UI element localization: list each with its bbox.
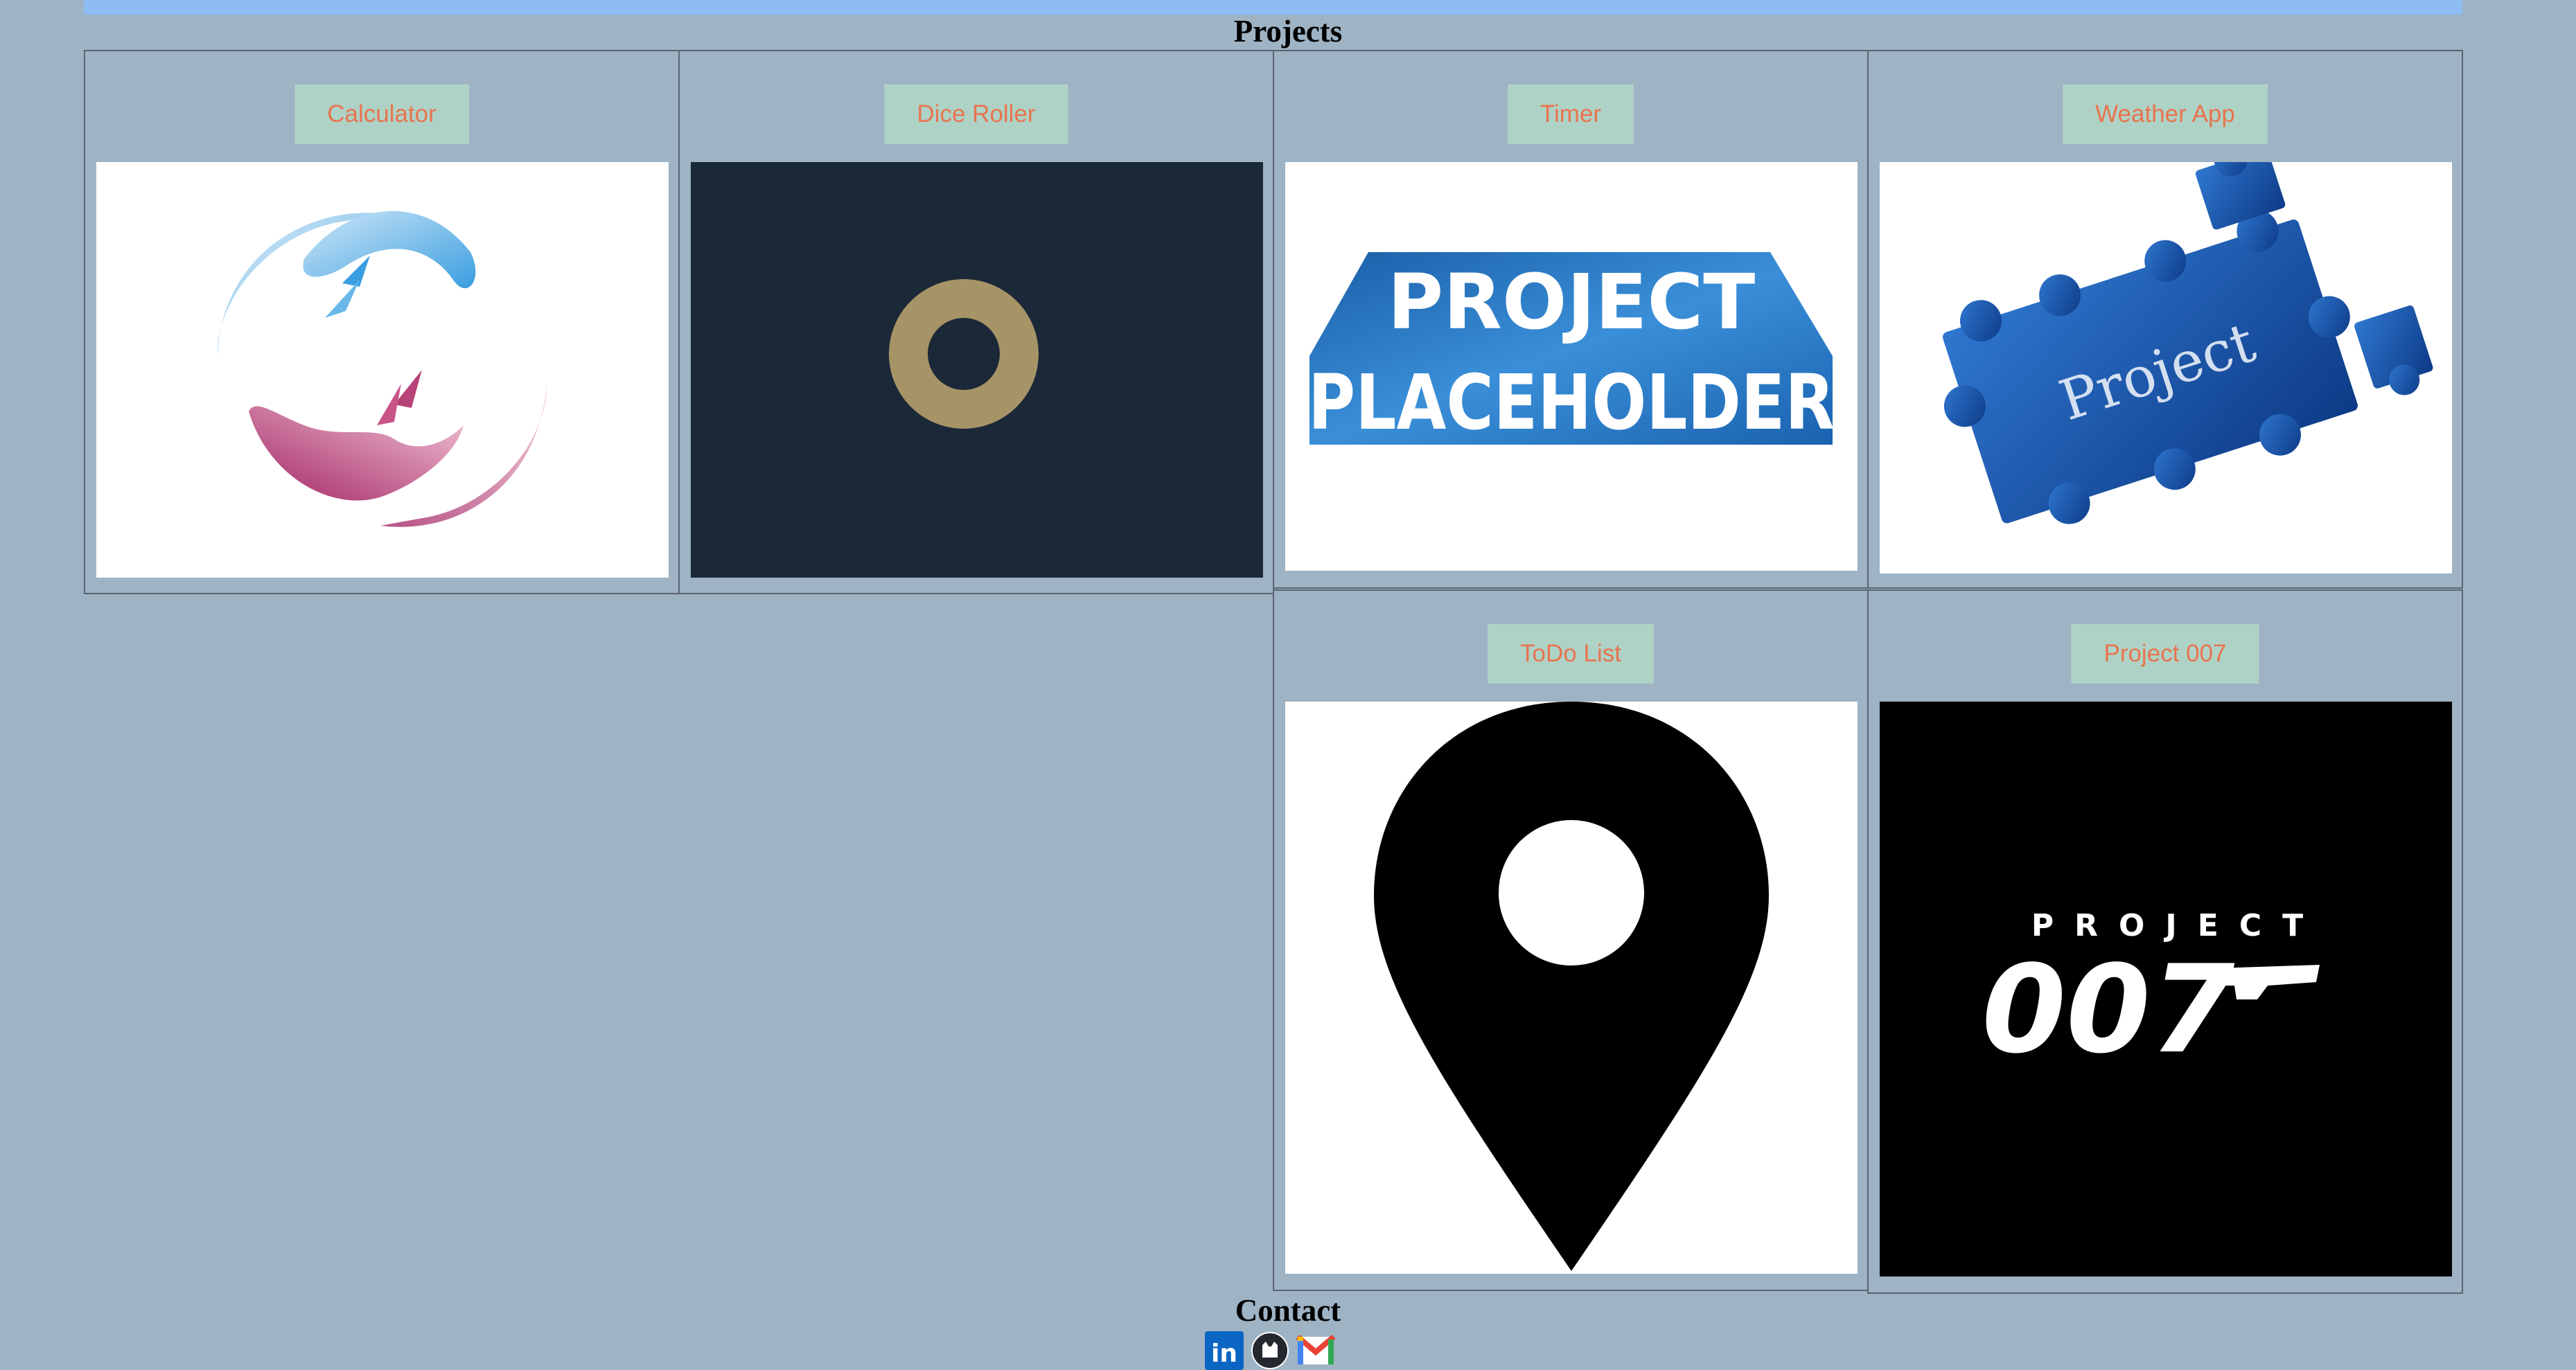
dice-roller-button[interactable]: Dice Roller (884, 84, 1068, 144)
project-placeholder-banner-icon: PROJECT PLACEHOLDER (1308, 252, 1835, 447)
timer-button[interactable]: Timer (1507, 84, 1634, 144)
timer-image[interactable]: PROJECT PLACEHOLDER (1285, 162, 1858, 571)
todo-list-image[interactable] (1285, 702, 1858, 1274)
gold-ring-icon (889, 279, 1039, 429)
project-card-todo-list: ToDo List (1273, 589, 1869, 1291)
gmail-icon[interactable] (1296, 1331, 1335, 1370)
project-007-image[interactable]: PROJECT 007 (1880, 702, 2452, 1276)
logo-line2: 007 (1982, 940, 2235, 1080)
weather-app-image[interactable]: Project (1880, 162, 2452, 573)
project-007-logo-icon: PROJECT 007 (1982, 908, 2324, 1080)
dice-roller-image[interactable] (691, 162, 1263, 578)
linkedin-text: in (1211, 1340, 1237, 1368)
project-card-project-007: Project 007 PROJECT 007 (1867, 589, 2463, 1294)
project-card-timer: Timer PROJECT PLACEHOLDER (1273, 50, 1869, 589)
todo-list-button[interactable]: ToDo List (1488, 624, 1654, 684)
project-007-button[interactable]: Project 007 (2071, 624, 2259, 684)
contact-links: in (1205, 1331, 1335, 1370)
project-card-calculator: Calculator (84, 50, 680, 594)
contact-title: Contact (1235, 1293, 1341, 1328)
banner-line2: PLACEHOLDER (1308, 358, 1835, 447)
github-icon[interactable] (1251, 1331, 1289, 1370)
linkedin-icon[interactable]: in (1205, 1331, 1244, 1370)
project-card-dice-roller: Dice Roller (678, 50, 1274, 594)
projects-title: Projects (1233, 14, 1343, 48)
logo-line1: PROJECT (2031, 908, 2324, 943)
hands-circle-logo-icon (217, 211, 547, 527)
weather-app-button[interactable]: Weather App (2063, 84, 2268, 144)
map-pin-icon (1374, 702, 1769, 1271)
calculator-image[interactable] (96, 162, 669, 578)
puzzle-icon: Project (1942, 162, 2433, 524)
top-bar (84, 0, 2462, 15)
calculator-button[interactable]: Calculator (294, 84, 469, 144)
banner-line1: PROJECT (1388, 258, 1756, 346)
project-card-weather-app: Weather App Project (1867, 50, 2463, 589)
